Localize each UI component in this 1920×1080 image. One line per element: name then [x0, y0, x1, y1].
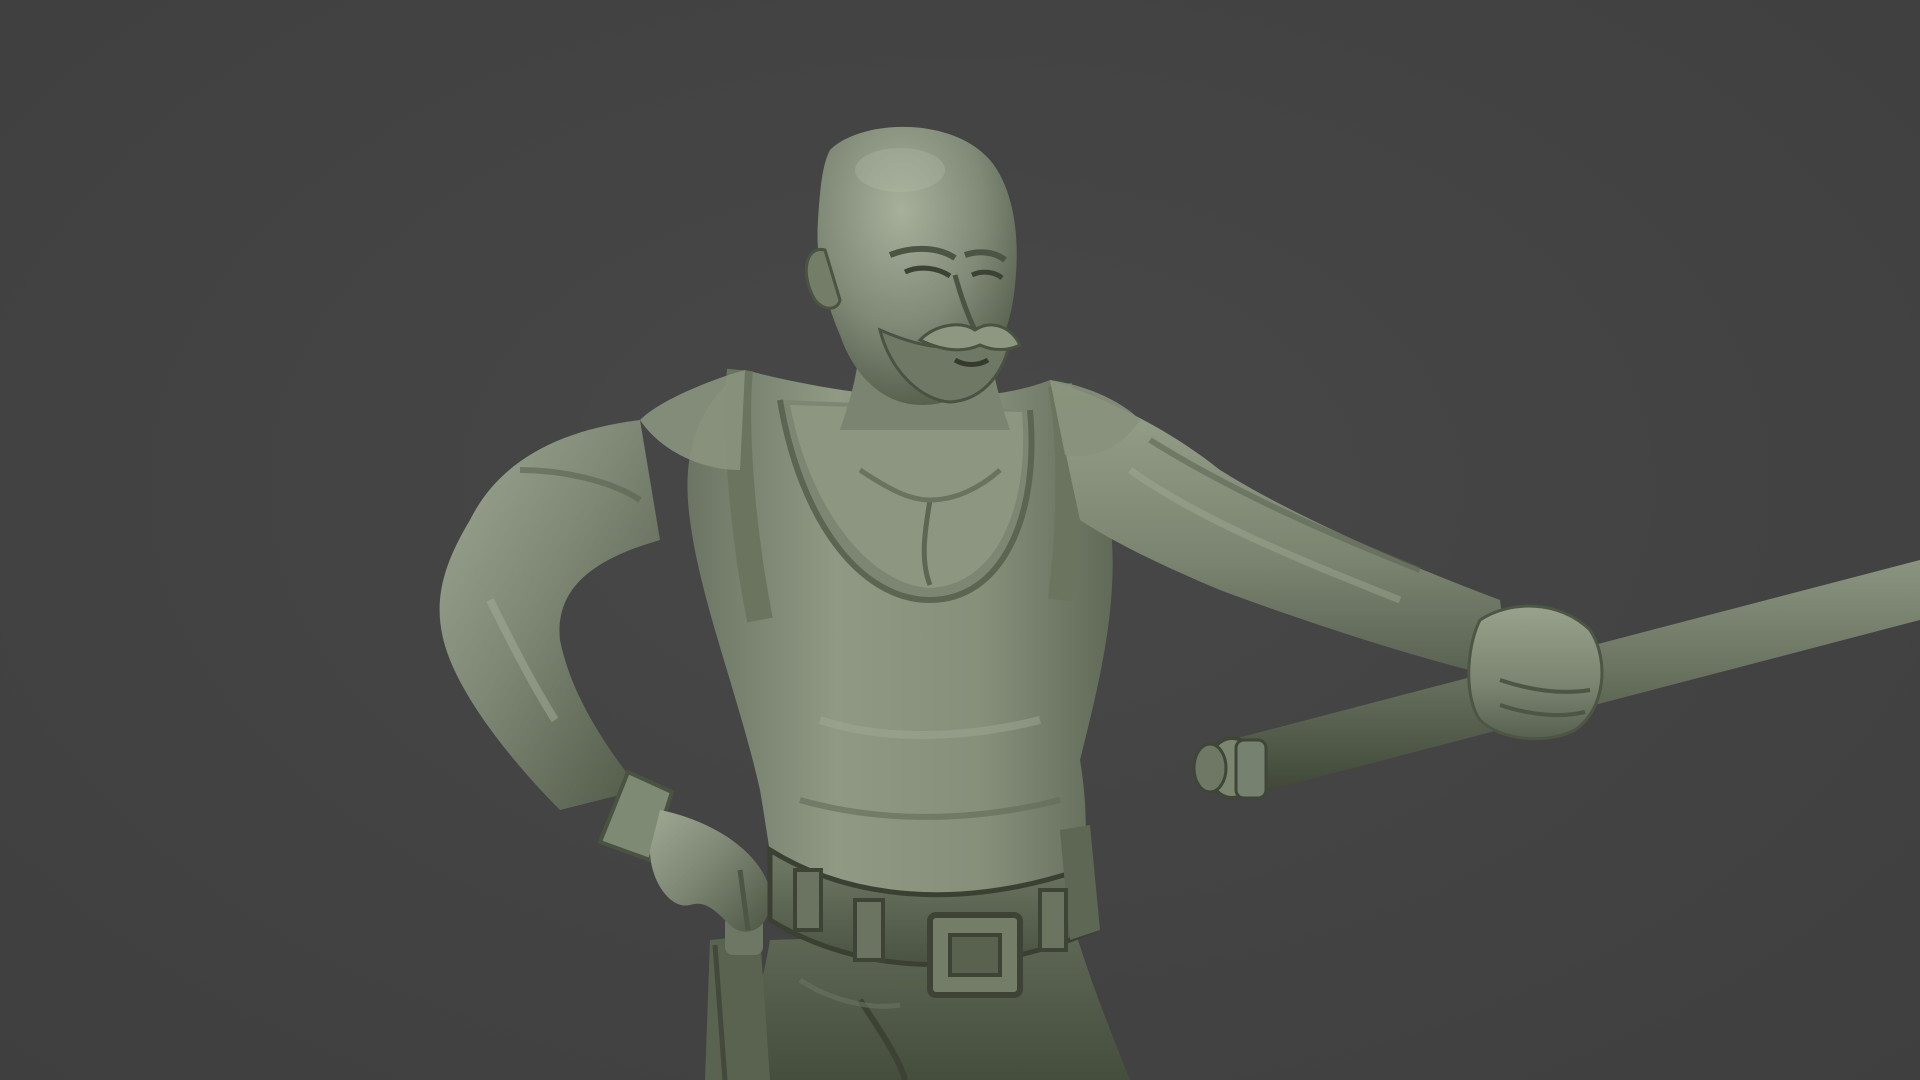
sculpt-viewport[interactable]	[0, 0, 1920, 1080]
holster	[705, 915, 770, 1080]
right-hand	[1467, 604, 1604, 741]
torso	[687, 368, 1113, 910]
sculpt-render	[439, 126, 1920, 1080]
head	[804, 126, 1023, 406]
